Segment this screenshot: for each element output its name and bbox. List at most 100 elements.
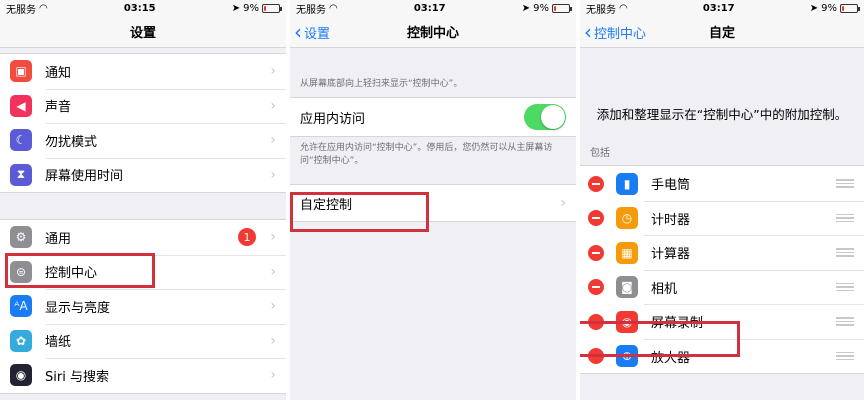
- reorder-handle-icon[interactable]: [836, 282, 854, 292]
- battery-percent: 9%: [821, 2, 837, 14]
- settings-row[interactable]: ᴬA 显示与亮度 ›: [0, 289, 286, 324]
- remove-button[interactable]: [588, 279, 604, 296]
- timer-icon: ◷: [616, 207, 638, 230]
- in-app-access-toggle[interactable]: [524, 104, 566, 131]
- control-row: ▦ 计算器: [580, 235, 864, 270]
- calculator-icon: ▦: [616, 241, 638, 264]
- settings-row[interactable]: ⊜ 控制中心 ›: [0, 254, 286, 289]
- location-icon: ➤: [231, 2, 241, 14]
- settings-row-label: 声音: [45, 100, 72, 116]
- siri-icon: ◉: [10, 364, 32, 387]
- nav-bar: 设置: [0, 16, 286, 48]
- switches-icon: ⊜: [10, 260, 32, 283]
- remove-button[interactable]: [588, 210, 604, 227]
- back-label: 设置: [304, 26, 331, 42]
- settings-row-label: 屏幕使用时间: [45, 169, 124, 185]
- section-label-included: 包括: [590, 148, 610, 160]
- control-row: ▮ 手电筒: [580, 166, 864, 201]
- status-bar: 无服务 ◠ 03:15 ➤ 9%: [0, 0, 286, 16]
- chevron-right-icon: ›: [270, 298, 276, 315]
- chevron-right-icon: ›: [270, 132, 276, 149]
- battery-percent: 9%: [533, 2, 549, 14]
- settings-row-label: 勿扰模式: [45, 134, 98, 150]
- location-icon: ➤: [809, 2, 819, 14]
- chevron-right-icon: ›: [270, 332, 276, 349]
- remove-button[interactable]: [588, 348, 604, 365]
- settings-row[interactable]: ⧗ 屏幕使用时间 ›: [0, 157, 286, 192]
- chevron-right-icon: ›: [270, 97, 276, 114]
- settings-row[interactable]: ◀ 声音 ›: [0, 88, 286, 123]
- chevron-left-icon: ‹: [584, 20, 592, 44]
- settings-row-label: 控制中心: [45, 266, 98, 282]
- control-row: ◷ 计时器: [580, 200, 864, 236]
- status-bar: 无服务 ◠ 03:17 ➤ 9%: [290, 0, 576, 16]
- customize-description: 添加和整理显示在“控制中心”中的附加控制。: [596, 107, 848, 122]
- nav-bar: ‹ 控制中心 自定: [580, 16, 864, 48]
- settings-row[interactable]: ⚙ 通用 1 ›: [0, 220, 286, 255]
- carrier-label: 无服务: [586, 4, 616, 16]
- settings-row-label: 通用: [45, 231, 72, 247]
- control-center-screen: 无服务 ◠ 03:17 ➤ 9% ‹ 设置 控制中心 从屏幕底部向上轻扫来显示“…: [290, 0, 576, 400]
- chevron-right-icon: ›: [270, 229, 276, 246]
- in-app-access-hint: 允许在应用内访问“控制中心”。停用后，您仍然可以从主屏幕访问“控制中心”。: [300, 143, 553, 167]
- settings-row[interactable]: ☾ 勿扰模式 ›: [0, 123, 286, 158]
- settings-row[interactable]: ▣ 通知 ›: [0, 54, 286, 89]
- wifi-icon: ◠: [329, 2, 338, 14]
- wifi-icon: ◠: [39, 2, 48, 14]
- clock: 03:15: [123, 2, 156, 14]
- camera-icon: ◙: [616, 276, 638, 299]
- chevron-right-icon: ›: [270, 166, 276, 183]
- battery-icon: [262, 3, 282, 13]
- settings-screen: 无服务 ◠ 03:15 ➤ 9% 设置 ▣ 通知 › ◀ 声音 › ☾ 勿扰模式 › ⧗ 屏幕使用时…: [0, 0, 286, 400]
- status-bar: 无服务 ◠ 03:17 ➤ 9%: [580, 0, 864, 16]
- location-icon: ➤: [521, 2, 531, 14]
- text-size-icon: ᴬA: [10, 295, 32, 318]
- battery-percent: 9%: [243, 2, 259, 14]
- reorder-handle-icon[interactable]: [836, 179, 854, 188]
- remove-button[interactable]: [588, 244, 604, 261]
- back-button[interactable]: ‹ 设置: [294, 16, 330, 48]
- settings-row-label: 显示与亮度: [45, 300, 111, 316]
- wifi-icon: ◠: [619, 2, 628, 14]
- included-controls-list: ▮ 手电筒 ◷ 计时器 ▦ 计算器 ◙ 相机 ◉ 屏幕录制 ⊕ 放大器: [580, 165, 864, 375]
- settings-row-label: 墙纸: [45, 335, 72, 351]
- clock: 03:17: [413, 2, 446, 14]
- flower-icon: ✿: [10, 329, 32, 352]
- settings-row[interactable]: ◉ Siri 与搜索 ›: [0, 358, 286, 393]
- settings-row-label: Siri 与搜索: [45, 369, 109, 385]
- reorder-handle-icon[interactable]: [836, 351, 854, 361]
- page-title: 自定: [708, 26, 735, 41]
- chevron-right-icon: ›: [270, 367, 276, 384]
- reorder-handle-icon[interactable]: [836, 248, 854, 257]
- notification-badge: 1: [238, 228, 256, 247]
- chevron-right-icon: ›: [270, 63, 276, 80]
- settings-row[interactable]: ✿ 墙纸 ›: [0, 323, 286, 358]
- control-label: 放大器: [651, 350, 691, 366]
- reorder-handle-icon[interactable]: [836, 317, 854, 326]
- control-label: 手电筒: [651, 178, 691, 194]
- remove-button[interactable]: [588, 313, 604, 330]
- page-title: 设置: [129, 26, 156, 41]
- battery-icon: [552, 3, 572, 13]
- reorder-handle-icon[interactable]: [836, 213, 854, 223]
- magnifier-icon: ⊕: [616, 345, 638, 368]
- customize-controls-row[interactable]: 自定控制 ›: [290, 185, 576, 222]
- settings-group-1: ▣ 通知 › ◀ 声音 › ☾ 勿扰模式 › ⧗ 屏幕使用时间 ›: [0, 53, 286, 193]
- back-button[interactable]: ‹ 控制中心: [584, 16, 646, 48]
- bell-icon: ▣: [10, 60, 32, 83]
- clock: 03:17: [702, 2, 735, 14]
- carrier-label: 无服务: [6, 4, 36, 16]
- control-row: ⊕ 放大器: [580, 338, 864, 374]
- chevron-right-icon: ›: [560, 195, 566, 212]
- control-row: ◉ 屏幕录制: [580, 304, 864, 339]
- remove-button[interactable]: [588, 175, 604, 192]
- record-icon: ◉: [616, 310, 638, 333]
- nav-bar: ‹ 设置 控制中心: [290, 16, 576, 48]
- hourglass-icon: ⧗: [10, 163, 32, 186]
- back-label: 控制中心: [594, 26, 647, 42]
- control-label: 相机: [651, 281, 678, 297]
- carrier-label: 无服务: [296, 4, 326, 16]
- battery-icon: [840, 3, 860, 13]
- control-label: 屏幕录制: [651, 316, 704, 332]
- settings-row-label: 通知: [45, 65, 72, 81]
